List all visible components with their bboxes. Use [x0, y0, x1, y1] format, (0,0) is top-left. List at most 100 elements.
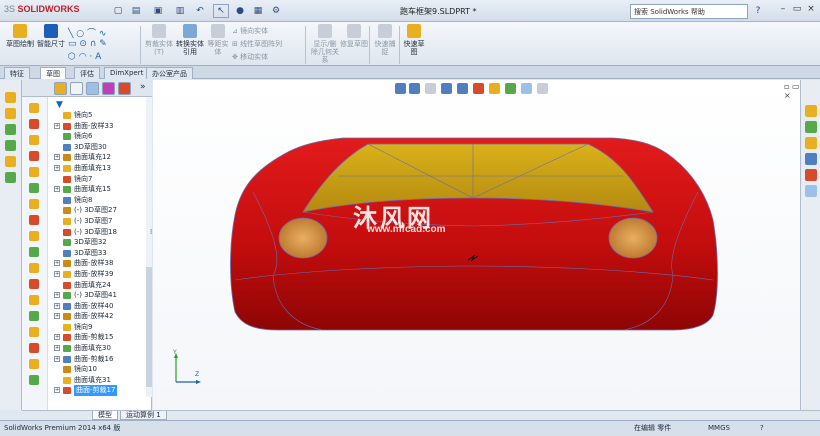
- help-status-icon[interactable]: ?: [760, 421, 764, 436]
- tree-item[interactable]: + 曲面-放样38: [48, 258, 152, 269]
- rectangle-tool-icon[interactable]: ▭ ⊙ ∩ ✎: [68, 39, 107, 49]
- feature-tree-tab-icon[interactable]: [54, 82, 67, 95]
- line-tool-icon[interactable]: ╲ ○ ⌒ ∿: [68, 26, 106, 39]
- open-icon[interactable]: ▤: [128, 4, 144, 18]
- dimxpert-tab-icon[interactable]: [102, 82, 115, 95]
- tab-motion-study-1[interactable]: 运动算例 1: [120, 411, 167, 420]
- tree-item[interactable]: 曲面填充24: [48, 280, 152, 291]
- save-icon[interactable]: ▣: [150, 4, 166, 18]
- expand-icon[interactable]: +: [54, 292, 60, 299]
- tree-item[interactable]: (-) 3D草图7: [48, 216, 152, 227]
- tree-item[interactable]: + 曲面-放样40: [48, 301, 152, 312]
- tab-office-products[interactable]: 办公室产品: [146, 67, 193, 79]
- view-palette-icon[interactable]: [805, 153, 817, 165]
- tree-item[interactable]: + 曲面填充13: [48, 163, 152, 174]
- help-icon[interactable]: ?: [750, 4, 766, 18]
- design-library-icon[interactable]: [805, 121, 817, 133]
- expand-icon[interactable]: +: [54, 260, 60, 267]
- expand-icon[interactable]: +: [54, 154, 60, 161]
- smart-dimension-button[interactable]: 智能尺寸: [36, 24, 66, 48]
- repair-sketch-button[interactable]: 修复草图: [340, 24, 368, 48]
- tree-item[interactable]: + (-) 3D草图41: [48, 290, 152, 301]
- expand-icon[interactable]: +: [54, 122, 60, 129]
- tab-dimxpert[interactable]: DimXpert: [104, 67, 150, 79]
- maximize-button[interactable]: ▭: [790, 4, 804, 18]
- solidworks-logo[interactable]: 3S SOLIDWORKS: [4, 4, 80, 14]
- tree-item[interactable]: + 曲面填充15: [48, 184, 152, 195]
- appearances-icon[interactable]: [805, 169, 817, 181]
- tree-item[interactable]: 镜向6: [48, 131, 152, 142]
- offset-entities-button[interactable]: 等距实体: [206, 24, 230, 56]
- tree-item[interactable]: 3D草图32: [48, 237, 152, 248]
- search-input[interactable]: 搜索 SolidWorks 帮助: [630, 4, 748, 19]
- options-icon[interactable]: ⚙: [268, 4, 284, 18]
- tree-item[interactable]: (-) 3D草图27: [48, 205, 152, 216]
- file-properties-icon[interactable]: ▦: [250, 4, 266, 18]
- tree-item[interactable]: + 曲面-放样39: [48, 269, 152, 280]
- filter-icon[interactable]: ▼: [56, 100, 63, 110]
- tree-item[interactable]: + 曲面-剪裁15: [48, 332, 152, 343]
- tab-features[interactable]: 特征: [4, 67, 30, 79]
- tree-item[interactable]: 镜向10: [48, 364, 152, 375]
- expand-icon[interactable]: +: [54, 164, 60, 171]
- tree-item[interactable]: + 曲面填充30: [48, 343, 152, 354]
- display-relations-button[interactable]: 显示/删除几何关系: [310, 24, 340, 64]
- solidworks-resources-icon[interactable]: [805, 105, 817, 117]
- tree-item[interactable]: 镜向5: [48, 110, 152, 121]
- tree-scrollbar[interactable]: [146, 97, 152, 397]
- minimize-button[interactable]: –: [776, 4, 790, 18]
- tree-item[interactable]: + 曲面-剪裁16: [48, 354, 152, 365]
- unit-system-text[interactable]: MMGS: [708, 421, 730, 436]
- expand-icon[interactable]: +: [54, 387, 60, 394]
- file-explorer-icon[interactable]: [805, 137, 817, 149]
- display-manager-tab-icon[interactable]: [118, 82, 131, 95]
- expand-icon[interactable]: +: [54, 302, 60, 309]
- tree-item[interactable]: + 曲面-放样42: [48, 311, 152, 322]
- shell-icon[interactable]: [5, 172, 16, 183]
- loft-icon[interactable]: [5, 140, 16, 151]
- expand-icon[interactable]: +: [54, 355, 60, 362]
- expand-icon[interactable]: +: [54, 334, 60, 341]
- select-icon[interactable]: ↖: [213, 4, 229, 18]
- expand-icon[interactable]: +: [54, 186, 60, 193]
- print-icon[interactable]: ▥: [172, 4, 188, 18]
- convert-entities-button[interactable]: 转换实体引用: [174, 24, 206, 56]
- rebuild-icon[interactable]: ●: [232, 4, 248, 18]
- undo-icon[interactable]: ↶: [192, 4, 208, 18]
- graphics-view[interactable]: ▫ ▭ × 沐风网 www.mfcad.com Y Z: [153, 80, 800, 410]
- expand-icon[interactable]: +: [54, 313, 60, 320]
- tree-item[interactable]: + 曲面-放样33: [48, 121, 152, 132]
- tree-item[interactable]: 镜向8: [48, 195, 152, 206]
- revolve-icon[interactable]: [5, 108, 16, 119]
- quick-snaps-button[interactable]: 快速捕捉: [372, 24, 398, 56]
- tree-item[interactable]: + 曲面-剪裁17: [48, 385, 152, 397]
- point-tool-icon[interactable]: ⬡ ◠ · A: [68, 52, 101, 62]
- tab-sketch[interactable]: 草图: [40, 67, 66, 79]
- tab-model[interactable]: 模型: [92, 411, 118, 420]
- close-button[interactable]: ×: [804, 4, 818, 18]
- tree-item[interactable]: 镜向7: [48, 174, 152, 185]
- move-entities-command[interactable]: ✥ 移动实体: [232, 52, 268, 62]
- mirror-entities-command[interactable]: ⊿ 镜向实体: [232, 26, 268, 36]
- fillet-icon[interactable]: [5, 156, 16, 167]
- tree-item[interactable]: 曲面填充31: [48, 375, 152, 386]
- extrude-icon[interactable]: [5, 92, 16, 103]
- custom-properties-icon[interactable]: [805, 185, 817, 197]
- expand-icon[interactable]: +: [54, 345, 60, 352]
- tree-item[interactable]: 3D草图33: [48, 248, 152, 259]
- rapid-sketch-button[interactable]: 快速草图: [401, 24, 427, 56]
- trim-entities-button[interactable]: 剪裁实体(T): [145, 24, 173, 56]
- new-icon[interactable]: ▢: [110, 4, 126, 18]
- tree-item[interactable]: 镜向9: [48, 322, 152, 333]
- sweep-icon[interactable]: [5, 124, 16, 135]
- configuration-tab-icon[interactable]: [86, 82, 99, 95]
- property-manager-tab-icon[interactable]: [70, 82, 83, 95]
- tree-item[interactable]: 3D草图30: [48, 142, 152, 153]
- sketch-button[interactable]: 草图绘制: [6, 24, 34, 48]
- tab-evaluate[interactable]: 评估: [74, 67, 100, 79]
- expand-icon[interactable]: +: [54, 270, 60, 277]
- linear-pattern-command[interactable]: ⊞ 线性草图阵列: [232, 39, 282, 49]
- expand-panel-icon[interactable]: »: [140, 82, 146, 92]
- tree-item[interactable]: (-) 3D草图18: [48, 227, 152, 238]
- tree-item[interactable]: + 曲面填充12: [48, 152, 152, 163]
